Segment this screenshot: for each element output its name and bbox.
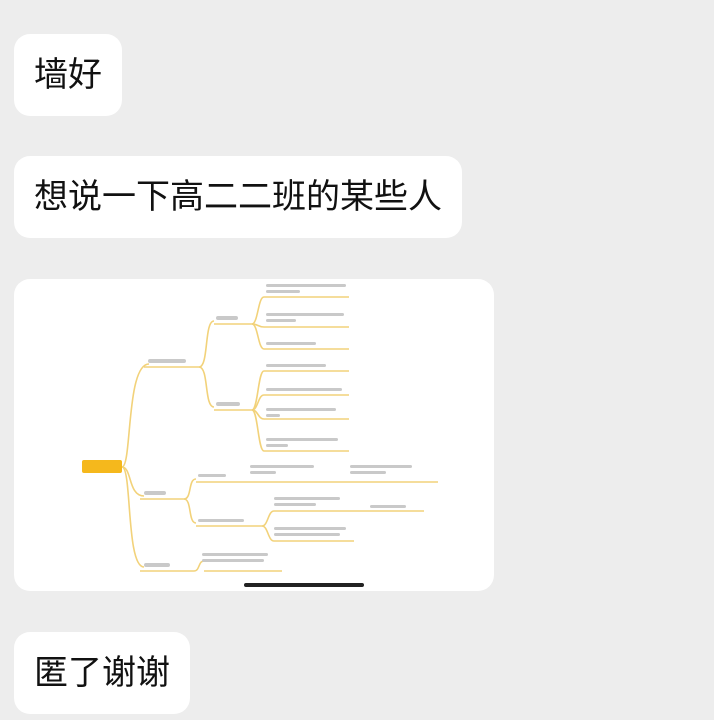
mindmap-image	[82, 284, 438, 572]
message-text: 想说一下高二二班的某些人	[34, 177, 442, 217]
message-bubble-4[interactable]: 匿了谢谢	[14, 632, 190, 714]
image-scroll-indicator	[244, 583, 364, 587]
message-text: 匿了谢谢	[34, 653, 170, 693]
message-bubble-1[interactable]: 墙好	[14, 34, 122, 116]
image-message-mindmap[interactable]	[14, 279, 494, 591]
message-text: 墙好	[34, 55, 102, 95]
message-bubble-2[interactable]: 想说一下高二二班的某些人	[14, 156, 462, 238]
